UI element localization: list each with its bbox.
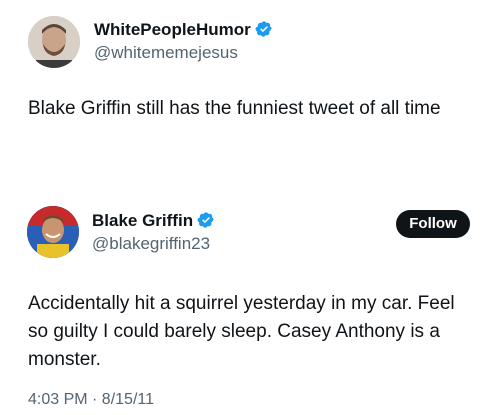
avatar-photo xyxy=(27,206,79,258)
quoted-display-name-text: Blake Griffin xyxy=(92,211,194,230)
outer-display-name[interactable]: WhitePeopleHumor xyxy=(94,20,273,40)
avatar-whitepeoplehumor[interactable] xyxy=(28,16,80,68)
avatar-photo xyxy=(28,16,80,68)
outer-handle[interactable]: @whitememejesus xyxy=(94,43,238,63)
quoted-display-name[interactable]: Blake Griffin xyxy=(92,211,215,231)
outer-tweet-text: Blake Griffin still has the funniest twe… xyxy=(28,98,441,119)
follow-button[interactable]: Follow xyxy=(396,210,470,238)
outer-display-name-text: WhitePeopleHumor xyxy=(94,20,251,39)
tweet-timestamp[interactable]: 4:03 PM · 8/15/11 xyxy=(28,390,154,410)
avatar-blakegriffin[interactable] xyxy=(27,206,79,258)
quoted-handle[interactable]: @blakegriffin23 xyxy=(92,234,210,254)
quoted-tweet-text: Accidentally hit a squirrel yesterday in… xyxy=(28,293,455,370)
verified-badge-icon xyxy=(197,212,214,228)
verified-badge-icon xyxy=(255,21,272,37)
